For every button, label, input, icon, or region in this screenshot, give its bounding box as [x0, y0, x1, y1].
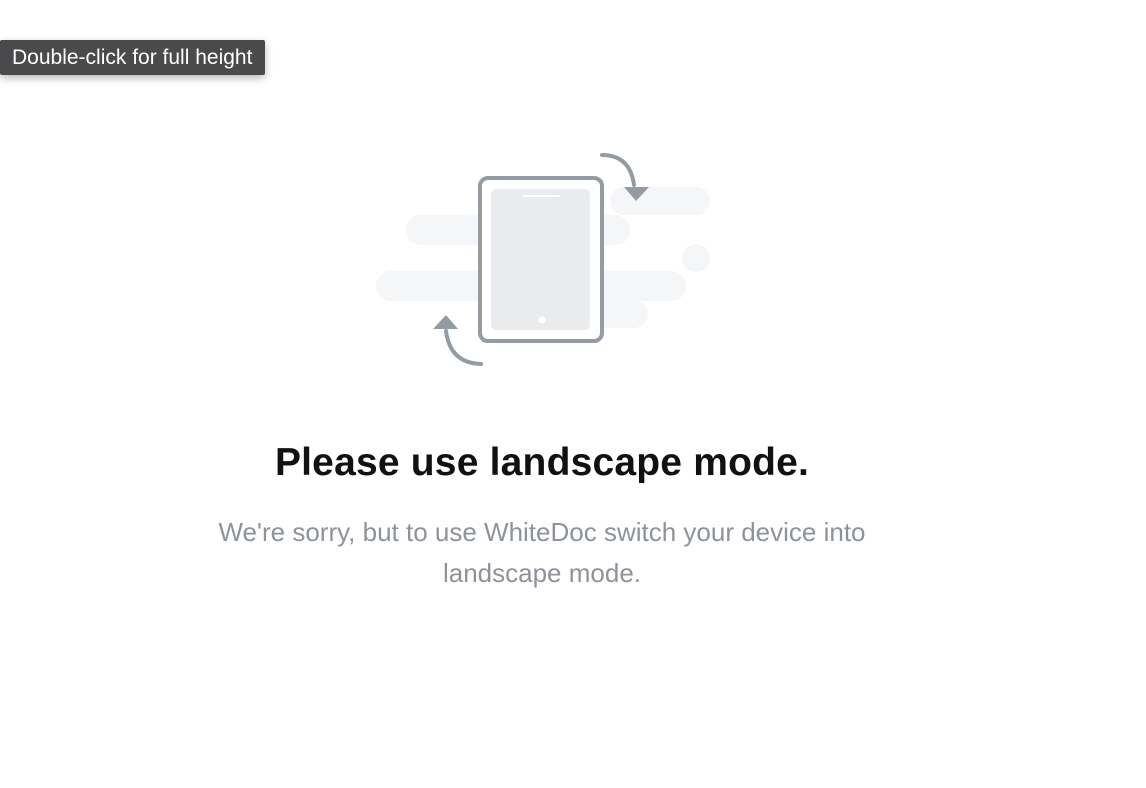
orientation-warning-page: Double-click for full height Please use: [0, 0, 1146, 788]
full-height-tooltip: Double-click for full height: [0, 40, 266, 75]
page-title: Please use landscape mode.: [274, 441, 810, 484]
tablet-rotate-icon: [478, 176, 604, 343]
rotate-device-illustration: [376, 153, 710, 366]
landscape-message: We're sorry, but to use WhiteDoc switch …: [218, 517, 866, 588]
rotate-arrow-counterclockwise-icon: [433, 315, 483, 366]
